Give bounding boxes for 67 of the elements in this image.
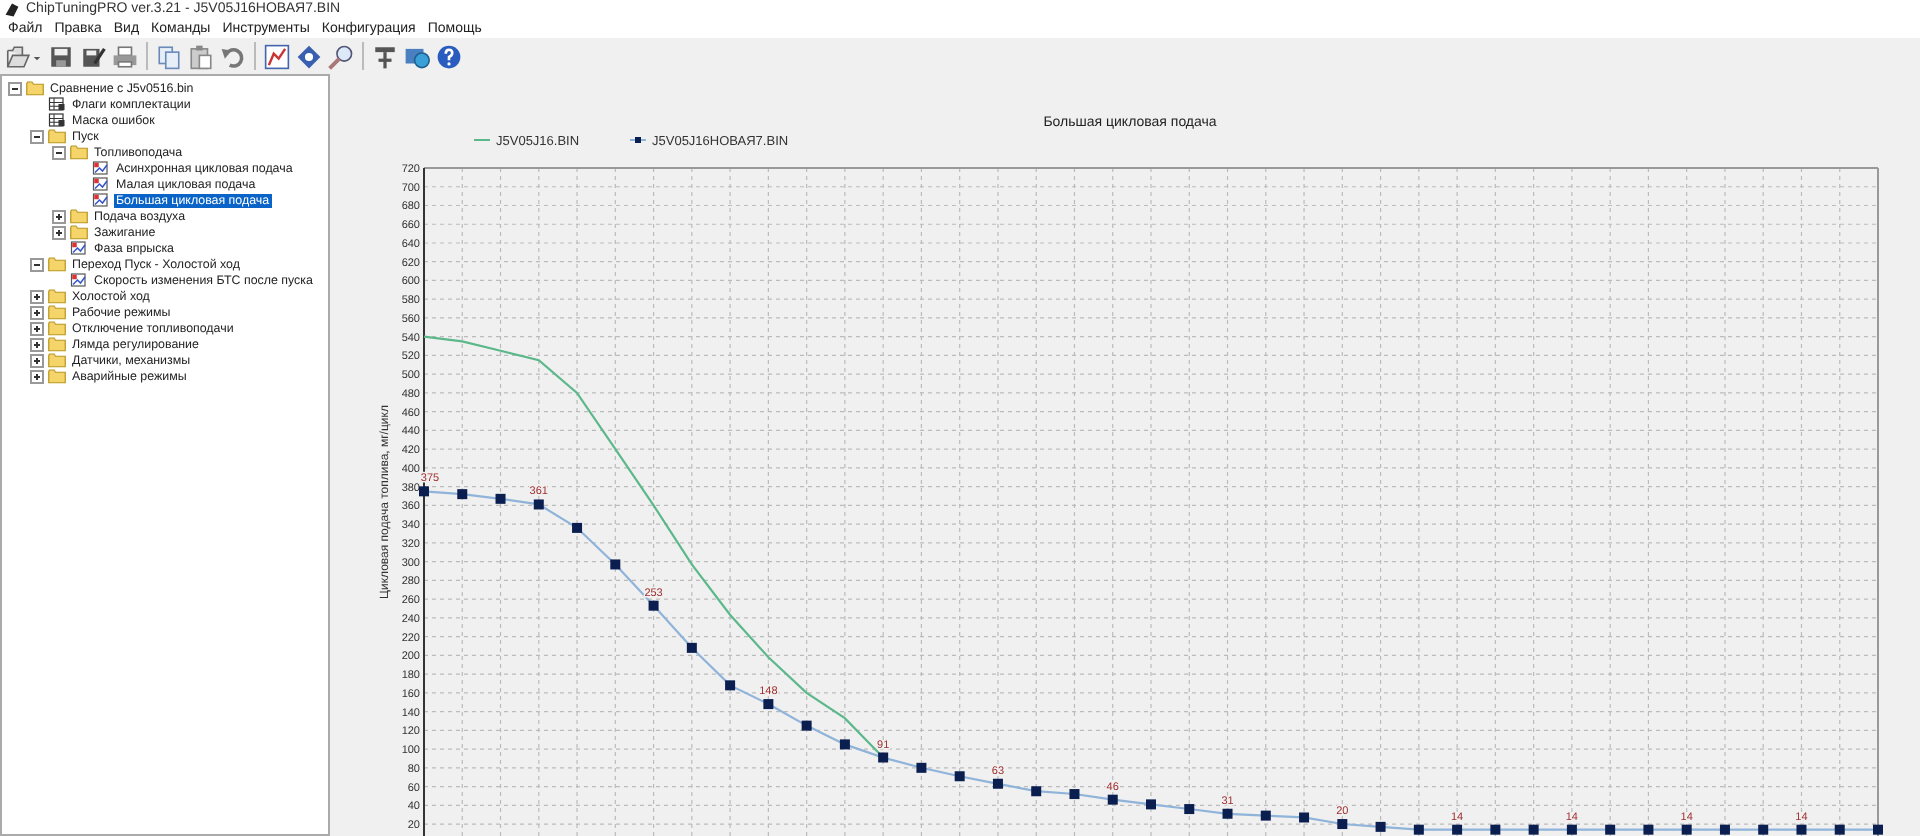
- data-point: [1413, 824, 1424, 835]
- data-point: [725, 680, 736, 691]
- expander-icon[interactable]: [8, 81, 22, 95]
- data-point: [1643, 824, 1654, 835]
- data-point: [954, 771, 965, 782]
- data-point: [1758, 824, 1769, 835]
- data-point: [1605, 824, 1616, 835]
- data-point: [801, 720, 812, 731]
- expander-icon[interactable]: [30, 129, 44, 143]
- copy-icon[interactable]: [156, 43, 182, 69]
- data-point: [1260, 810, 1271, 821]
- expander-icon[interactable]: [30, 321, 44, 335]
- expander-icon[interactable]: [52, 225, 66, 239]
- data-point: [1452, 824, 1463, 835]
- data-point: [1490, 824, 1501, 835]
- data-point: [457, 489, 468, 500]
- folder-icon: [26, 80, 44, 96]
- expander-icon[interactable]: [30, 337, 44, 351]
- data-point: [1069, 789, 1080, 800]
- save-as-icon[interactable]: [80, 43, 106, 69]
- expander-icon[interactable]: [30, 369, 44, 383]
- save-icon[interactable]: [48, 43, 74, 69]
- data-point: [572, 522, 583, 533]
- search-icon[interactable]: [328, 43, 354, 69]
- data-point: [495, 493, 506, 504]
- data-point: [1031, 786, 1042, 797]
- data-point: [878, 752, 889, 763]
- expander-icon[interactable]: [30, 353, 44, 367]
- data-point: [686, 642, 697, 653]
- data-point: [763, 699, 774, 710]
- data-point: [610, 559, 621, 570]
- data-point: [1796, 824, 1807, 835]
- data-point: [648, 600, 659, 611]
- data-point: [533, 499, 544, 510]
- data-point: [1222, 808, 1233, 819]
- data-point: [419, 486, 429, 497]
- print-icon[interactable]: [112, 43, 138, 69]
- data-point: [1528, 824, 1539, 835]
- expander-icon[interactable]: [30, 289, 44, 303]
- map-icon: [70, 240, 88, 256]
- map-icon: [70, 272, 88, 288]
- data-point: [1834, 824, 1845, 835]
- data-point: [1719, 824, 1730, 835]
- data-point: [1873, 824, 1883, 835]
- expander-icon[interactable]: [52, 145, 66, 159]
- paste-icon[interactable]: [188, 43, 214, 69]
- data-point: [1107, 794, 1118, 805]
- data-point: [1375, 821, 1386, 832]
- data-point: [1566, 824, 1577, 835]
- data-point: [992, 778, 1003, 789]
- open-folder-icon[interactable]: [6, 43, 42, 69]
- expander-icon[interactable]: [52, 209, 66, 223]
- data-point: [1299, 812, 1310, 823]
- expander-icon[interactable]: [30, 257, 44, 271]
- tool-icon[interactable]: [372, 43, 398, 69]
- data-point: [1146, 799, 1156, 810]
- graph-icon[interactable]: [264, 43, 290, 69]
- data-point: [839, 739, 850, 750]
- expander-icon[interactable]: [30, 305, 44, 319]
- data-point: [916, 762, 927, 773]
- data-point: [1681, 824, 1692, 835]
- diamond-icon[interactable]: [296, 43, 322, 69]
- monitor-globe-icon[interactable]: [404, 43, 430, 69]
- data-point: [1337, 819, 1348, 830]
- data-point: [1184, 804, 1195, 815]
- undo-icon[interactable]: [220, 43, 246, 69]
- help-icon[interactable]: [436, 43, 462, 69]
